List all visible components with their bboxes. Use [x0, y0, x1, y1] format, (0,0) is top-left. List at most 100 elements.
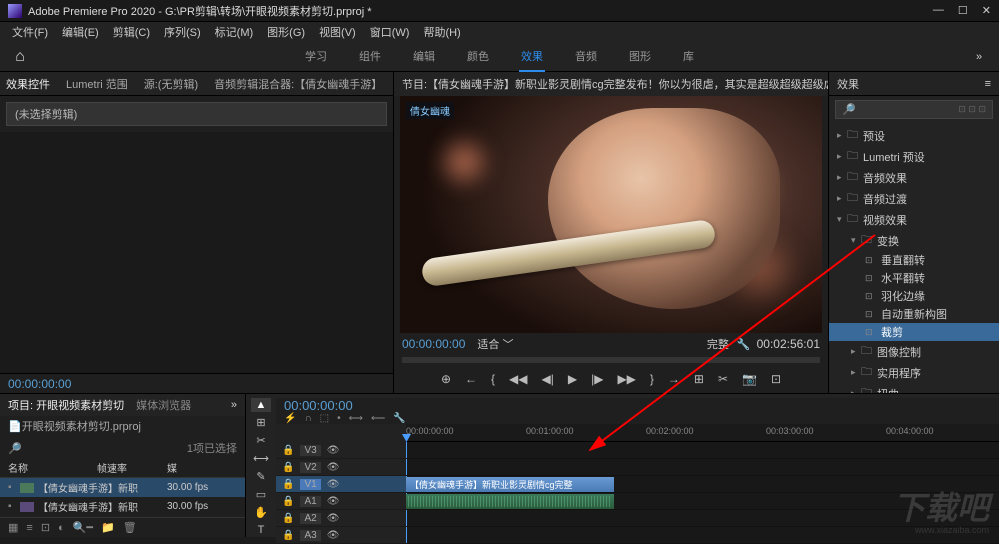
panel-tab[interactable]: 音频剪辑混合器:【倩女幽魂手游】: [214, 76, 382, 92]
timeline-track[interactable]: [406, 459, 999, 476]
menu-item[interactable]: 标记(M): [209, 22, 260, 42]
effects-folder[interactable]: ▾🗀变换: [829, 230, 999, 251]
program-video-frame[interactable]: 倩女幽魂: [400, 96, 822, 333]
effect-item[interactable]: ⊡羽化边缘: [829, 287, 999, 305]
tool-button[interactable]: ✎: [251, 470, 271, 484]
effects-folder[interactable]: ▸🗀预设: [829, 125, 999, 146]
workspace-tab[interactable]: 音频: [573, 42, 599, 72]
transport-button[interactable]: |▶: [591, 372, 603, 386]
effects-folder[interactable]: ▸🗀扭曲: [829, 383, 999, 393]
menu-item[interactable]: 帮助(H): [417, 22, 466, 42]
workspace-tab[interactable]: 库: [681, 42, 696, 72]
timeline-tool[interactable]: ⚡: [284, 413, 296, 424]
panel-tab[interactable]: Lumetri 范围: [66, 76, 128, 92]
effects-folder[interactable]: ▾🗀视频效果: [829, 209, 999, 230]
playback-mode[interactable]: 完整: [707, 336, 729, 352]
time-ruler[interactable]: 00:00:00:0000:01:00:0000:02:00:0000:03:0…: [406, 424, 999, 442]
project-bin-label[interactable]: 📄 开眼视频素材剪切.prproj: [0, 416, 245, 436]
menu-item[interactable]: 编辑(E): [56, 22, 105, 42]
transport-button[interactable]: ←: [465, 372, 477, 386]
timeline-tool[interactable]: ∩: [304, 413, 311, 424]
tool-button[interactable]: ▭: [251, 487, 271, 501]
project-tab[interactable]: 项目: 开眼视频素材剪切: [8, 397, 124, 413]
workspace-tab[interactable]: 颜色: [465, 42, 491, 72]
effects-tab[interactable]: 效果: [837, 76, 859, 92]
tool-button[interactable]: ⊞: [251, 416, 271, 430]
transport-button[interactable]: ▶▶: [617, 372, 635, 386]
menu-item[interactable]: 视图(V): [313, 22, 362, 42]
menu-item[interactable]: 文件(F): [6, 22, 54, 42]
project-footer-button[interactable]: ◐: [58, 522, 65, 534]
transport-button[interactable]: 📷: [742, 372, 757, 386]
track-header[interactable]: 🔒V3👁: [276, 442, 406, 459]
effects-folder[interactable]: ▸🗀实用程序: [829, 362, 999, 383]
workspace-tab[interactable]: 图形: [627, 42, 653, 72]
project-footer-button[interactable]: 🔍━: [73, 521, 93, 534]
transport-button[interactable]: ✂: [718, 372, 728, 386]
effect-item[interactable]: ⊡自动重新构图: [829, 305, 999, 323]
timeline-tool[interactable]: •: [337, 413, 341, 424]
tool-button[interactable]: ✂: [251, 434, 271, 448]
workspace-tab[interactable]: 组件: [357, 42, 383, 72]
project-footer-button[interactable]: ⊡: [41, 521, 50, 534]
panel-menu-icon[interactable]: ≡: [985, 78, 991, 90]
column-header[interactable]: 媒: [167, 460, 237, 477]
transport-button[interactable]: ◀◀: [509, 372, 527, 386]
filter-badges[interactable]: ⊡ ⊡ ⊡: [958, 104, 986, 115]
clip-selector-dropdown[interactable]: (未选择剪辑): [6, 102, 387, 126]
menu-item[interactable]: 图形(G): [261, 22, 311, 42]
panel-tab[interactable]: 源:(无剪辑): [144, 76, 198, 92]
project-footer-button[interactable]: 📁: [101, 521, 115, 534]
tool-button[interactable]: ✋: [251, 505, 271, 519]
timeline-track[interactable]: [406, 527, 999, 544]
timeline-tool[interactable]: ⬚: [320, 413, 329, 424]
overflow-icon[interactable]: »: [959, 51, 999, 63]
transport-button[interactable]: ▶: [568, 372, 577, 386]
menu-item[interactable]: 序列(S): [158, 22, 207, 42]
effects-folder[interactable]: ▸🗀Lumetri 预设: [829, 146, 999, 167]
effects-folder[interactable]: ▸🗀图像控制: [829, 341, 999, 362]
project-item[interactable]: ▪【倩女幽魂手游】新职30.00 fps: [0, 478, 245, 497]
workspace-tab[interactable]: 效果: [519, 42, 545, 72]
transport-button[interactable]: ⊡: [771, 372, 781, 386]
transport-button[interactable]: ◀|: [541, 372, 553, 386]
timeline-tool[interactable]: ⟵: [371, 413, 385, 424]
menu-item[interactable]: 窗口(W): [364, 22, 416, 42]
transport-button[interactable]: ⊕: [441, 372, 451, 386]
project-footer-button[interactable]: ≡: [26, 522, 32, 534]
effect-item[interactable]: ⊡水平翻转: [829, 269, 999, 287]
transport-button[interactable]: {: [491, 372, 495, 386]
minimize-button[interactable]: —: [933, 4, 944, 17]
effect-item[interactable]: ⊡垂直翻转: [829, 251, 999, 269]
project-search-input[interactable]: 🔎: [8, 442, 22, 455]
track-header[interactable]: 🔒A3👁: [276, 527, 406, 544]
project-footer-button[interactable]: ▦: [8, 521, 18, 534]
workspace-tab[interactable]: 编辑: [411, 42, 437, 72]
video-clip[interactable]: 【倩女幽魂手游】新职业影灵剧情cg完整: [406, 477, 614, 492]
panel-tab[interactable]: 效果控件: [6, 76, 50, 92]
track-header[interactable]: 🔒V1👁: [276, 476, 406, 493]
program-scrubber[interactable]: [402, 357, 820, 363]
project-tab[interactable]: 媒体浏览器: [136, 397, 191, 413]
effects-search-input[interactable]: 🔎 ⊡ ⊡ ⊡: [835, 100, 993, 119]
timeline-track[interactable]: [406, 442, 999, 459]
effects-folder[interactable]: ▸🗀音频效果: [829, 167, 999, 188]
track-header[interactable]: 🔒V2👁: [276, 459, 406, 476]
column-header[interactable]: 名称: [8, 460, 97, 477]
transport-button[interactable]: →: [668, 372, 680, 386]
effects-folder[interactable]: ▸🗀音频过渡: [829, 188, 999, 209]
track-header[interactable]: 🔒A2👁: [276, 510, 406, 527]
track-header[interactable]: 🔒A1👁: [276, 493, 406, 510]
audio-clip[interactable]: [406, 494, 614, 509]
tool-button[interactable]: ▲: [251, 398, 271, 412]
project-footer-button[interactable]: 🗑: [123, 521, 137, 534]
tool-button[interactable]: T: [251, 523, 271, 537]
home-icon[interactable]: ⌂: [0, 48, 40, 66]
transport-button[interactable]: ⊞: [694, 372, 704, 386]
menu-item[interactable]: 剪辑(C): [107, 22, 156, 42]
close-button[interactable]: ✕: [982, 4, 991, 17]
project-item[interactable]: ▪【倩女幽魂手游】新职30.00 fps: [0, 497, 245, 516]
effect-item[interactable]: ⊡裁剪: [829, 323, 999, 341]
timeline-timecode[interactable]: 00:00:00:00: [276, 398, 999, 413]
program-tc-left[interactable]: 00:00:00:00: [402, 337, 465, 351]
